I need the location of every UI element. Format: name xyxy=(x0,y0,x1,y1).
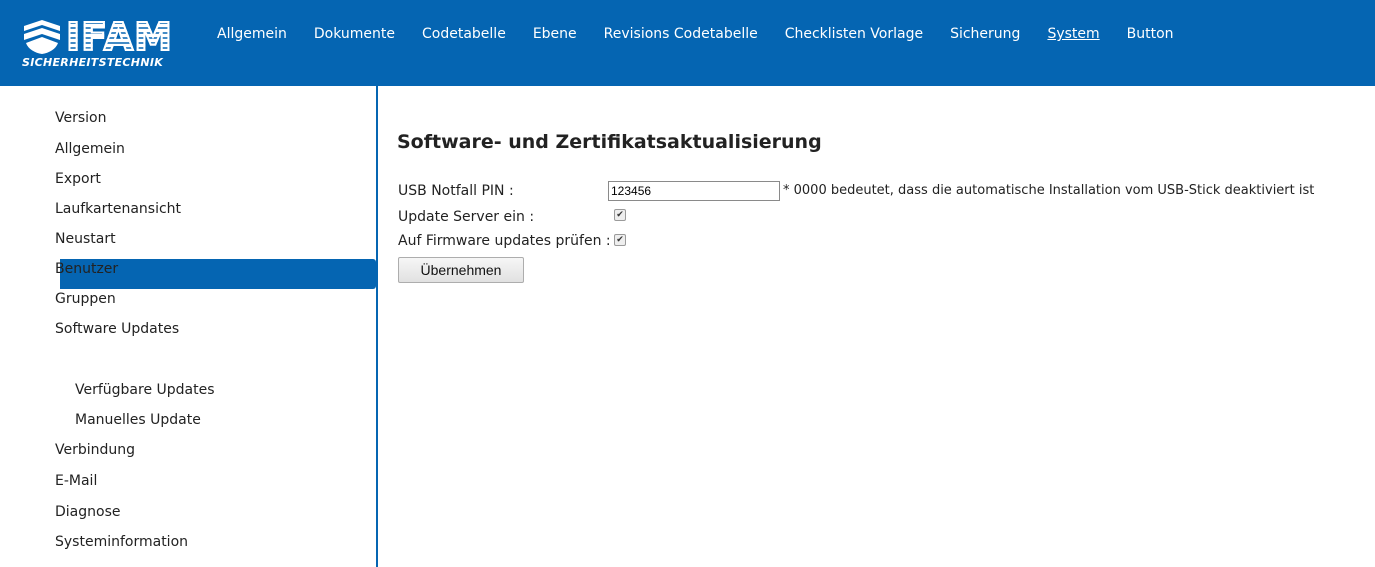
logo-tagline: SICHERHEITSTECHNIK xyxy=(22,56,164,69)
usb-pin-input[interactable] xyxy=(608,181,780,201)
firmware-check-checkbox[interactable]: ✔ xyxy=(614,234,626,246)
logo-mark: IFAM xyxy=(22,15,173,59)
sidebar-subitem-manuelles-update[interactable]: Manuelles Update xyxy=(75,412,201,428)
nav-dokumente[interactable]: Dokumente xyxy=(314,26,395,42)
nav-checklisten-vorlage[interactable]: Checklisten Vorlage xyxy=(785,26,923,42)
sidebar-item-allgemein[interactable]: Allgemein xyxy=(55,141,125,157)
ifam-logo[interactable]: IFAM SICHERHEITSTECHNIK xyxy=(22,15,200,72)
sidebar-item-version[interactable]: Version xyxy=(55,110,106,126)
nav-button[interactable]: Button xyxy=(1127,26,1174,42)
usb-pin-note: * 0000 bedeutet, dass die automatische I… xyxy=(783,183,1315,198)
nav-codetabelle[interactable]: Codetabelle xyxy=(422,26,506,42)
sidebar-item-email[interactable]: E-Mail xyxy=(55,473,97,489)
shield-logo-icon xyxy=(24,20,60,54)
update-server-checkbox[interactable]: ✔ xyxy=(614,209,626,221)
sidebar-subitem-verfuegbare-updates[interactable]: Verfügbare Updates xyxy=(75,382,215,398)
nav-revisions-codetabelle[interactable]: Revisions Codetabelle xyxy=(604,26,758,42)
apply-button[interactable]: Übernehmen xyxy=(398,257,524,283)
sidebar-item-systeminformation[interactable]: Systeminformation xyxy=(55,534,188,550)
top-navbar: IFAM SICHERHEITSTECHNIK Allgemein Dokume… xyxy=(0,0,1375,86)
sidebar-item-verbindung[interactable]: Verbindung xyxy=(55,442,135,458)
nav-ebene[interactable]: Ebene xyxy=(533,26,577,42)
sidebar-item-software-updates[interactable]: Software Updates xyxy=(55,321,179,337)
sidebar-item-neustart[interactable]: Neustart xyxy=(55,231,116,247)
sidebar-item-export[interactable]: Export xyxy=(55,171,101,187)
nav-allgemein[interactable]: Allgemein xyxy=(217,26,287,42)
nav-sicherung[interactable]: Sicherung xyxy=(950,26,1020,42)
sidebar-item-benutzer[interactable]: Benutzer xyxy=(55,261,118,277)
page-title: Software- und Zertifikatsaktualisierung xyxy=(397,131,822,153)
sidebar-divider xyxy=(376,86,378,567)
logo-word: IFAM xyxy=(65,15,173,59)
sidebar-item-gruppen[interactable]: Gruppen xyxy=(55,291,116,307)
main-nav: Allgemein Dokumente Codetabelle Ebene Re… xyxy=(217,26,1201,42)
sidebar-item-diagnose[interactable]: Diagnose xyxy=(55,504,120,520)
sidebar-item-laufkartenansicht[interactable]: Laufkartenansicht xyxy=(55,201,181,217)
usb-pin-label: USB Notfall PIN : xyxy=(398,183,514,199)
sidebar-subitem-einstellungen[interactable]: Einstellungen xyxy=(75,351,170,367)
nav-system[interactable]: System xyxy=(1047,26,1099,42)
firmware-check-label: Auf Firmware updates prüfen : xyxy=(398,233,611,249)
update-server-label: Update Server ein : xyxy=(398,209,535,225)
